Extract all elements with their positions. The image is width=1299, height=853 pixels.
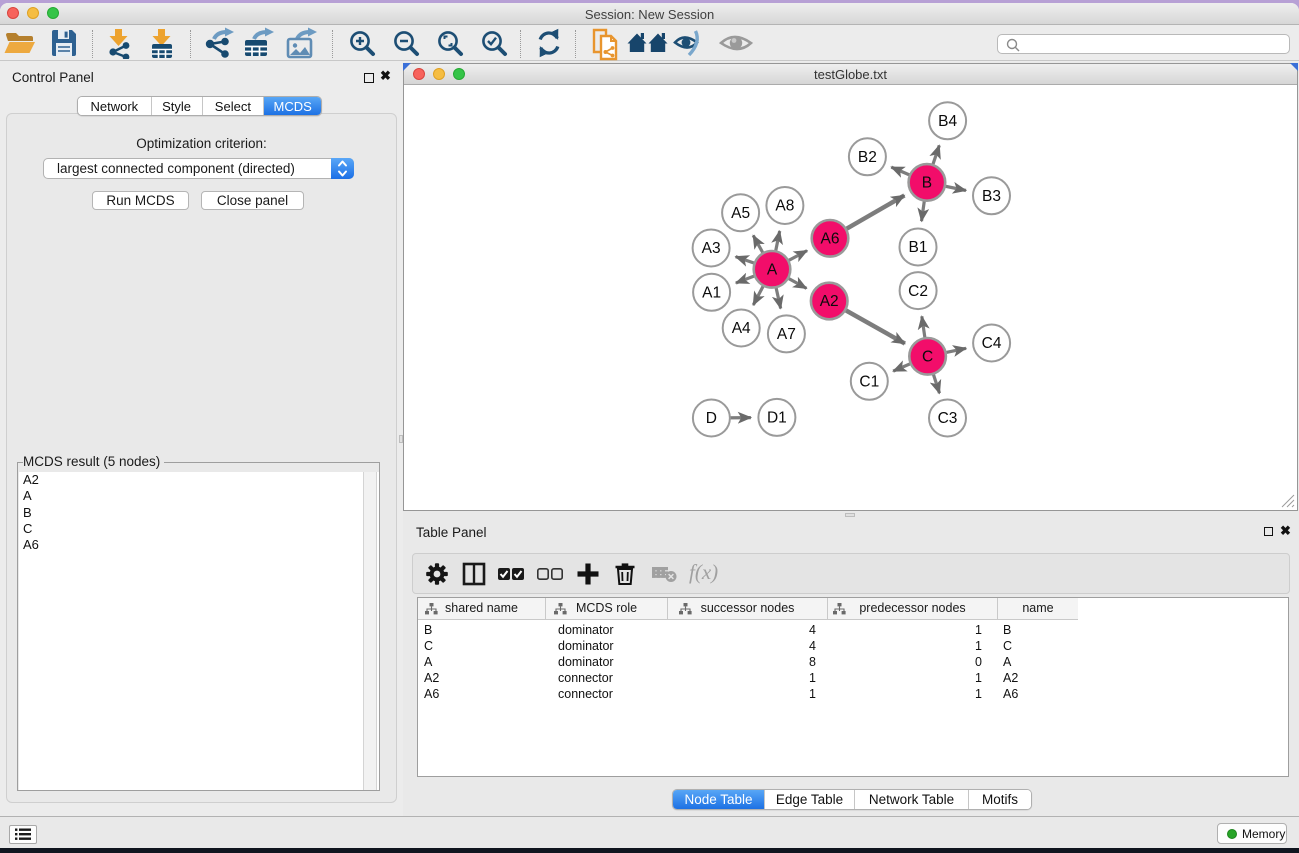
svg-text:B2: B2 [858, 149, 877, 166]
svg-text:D: D [706, 410, 717, 427]
svg-text:A2: A2 [820, 293, 839, 310]
svg-text:A7: A7 [777, 326, 796, 343]
svg-text:C4: C4 [982, 335, 1002, 352]
svg-text:B1: B1 [909, 239, 928, 256]
svg-text:C1: C1 [859, 374, 879, 391]
svg-text:C3: C3 [938, 410, 958, 427]
svg-text:A8: A8 [775, 198, 794, 215]
svg-text:A3: A3 [702, 240, 721, 257]
svg-text:C: C [922, 349, 933, 366]
svg-text:A4: A4 [732, 320, 751, 337]
svg-text:A6: A6 [821, 231, 840, 248]
svg-text:B3: B3 [982, 188, 1001, 205]
svg-text:B: B [922, 175, 932, 192]
svg-text:C2: C2 [908, 283, 928, 300]
svg-text:A: A [767, 262, 778, 279]
svg-text:A1: A1 [702, 285, 721, 302]
svg-text:D1: D1 [767, 410, 787, 427]
svg-text:A5: A5 [731, 205, 750, 222]
svg-text:B4: B4 [938, 113, 957, 130]
